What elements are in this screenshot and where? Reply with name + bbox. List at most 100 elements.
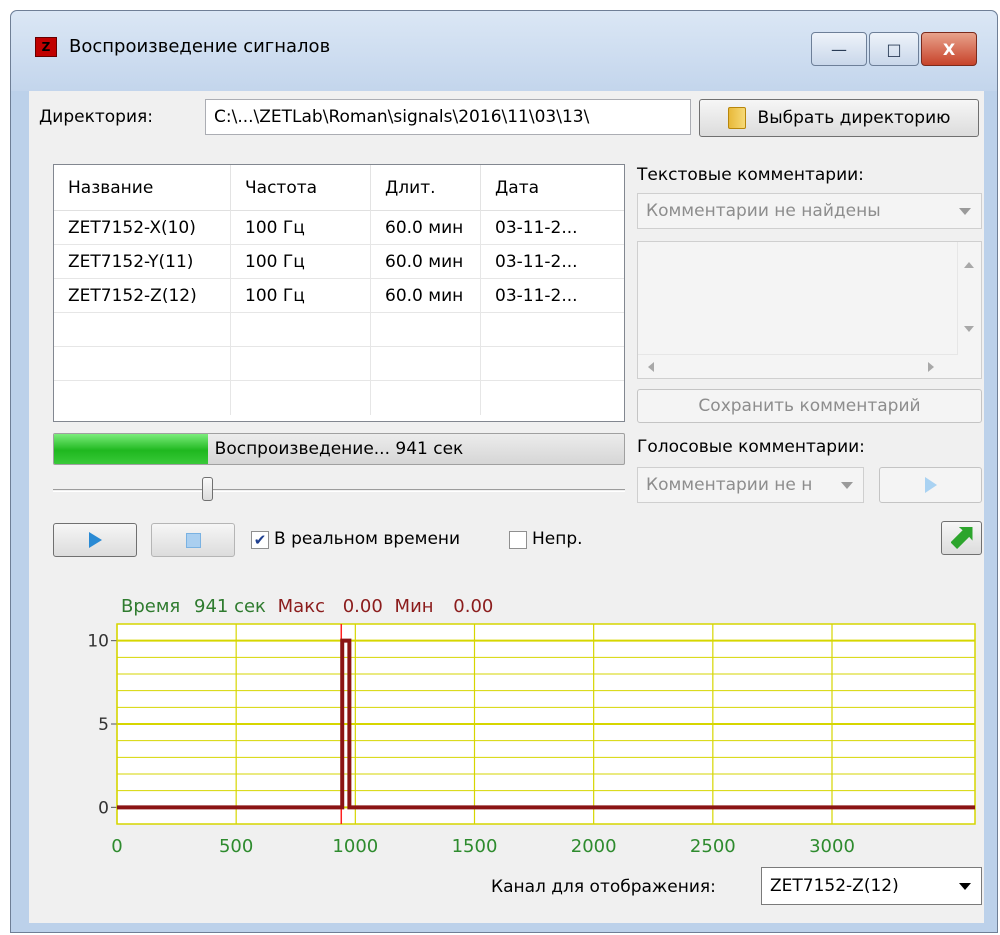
table-row[interactable]: ZET7152-Z(12) 100 Гц 60.0 мин 03-11-2... [54,279,624,313]
time-label: Время [121,596,181,617]
max-label: Макс [277,596,325,617]
channel-select[interactable]: ZET7152-Z(12) [761,867,982,905]
readout-line: Время 941 сек Макс 0.00 Мин 0.00 [121,596,493,617]
channel-label: Канал для отображения: [491,877,716,897]
arrow-up-right-icon [950,527,973,549]
export-button[interactable] [941,521,982,555]
text-comments-combo[interactable]: Комментарии не найдены [637,193,982,229]
play-icon [924,477,937,493]
cell-name: ZET7152-Z(12) [54,279,231,313]
realtime-checkbox[interactable]: ✔ [251,531,269,549]
continuous-label: Непр. [532,529,583,549]
playback-progress-bar: Воспроизведение... 941 сек [53,433,625,465]
play-button[interactable] [53,523,137,557]
cell-frequency: 100 Гц [231,211,371,245]
title-bar[interactable]: Z Воспроизведение сигналов — □ X [11,11,997,91]
table-row[interactable]: ZET7152-Y(11) 100 Гц 60.0 мин 03-11-2... [54,245,624,279]
cell-frequency: 100 Гц [231,245,371,279]
cell-empty [481,381,623,415]
text-comments-box[interactable] [637,241,982,379]
time-value: 941 сек [194,596,266,617]
vertical-scrollbar[interactable] [957,242,981,354]
text-comments-label: Текстовые комментарии: [637,165,864,185]
x-tick-label: 0 [111,836,122,857]
cell-empty [231,381,371,415]
signal-chart[interactable]: 0 5 10 0 500 1000 1500 2000 2500 3000 [29,616,984,861]
voice-comments-label: Голосовые комментарии: [637,437,865,457]
position-slider[interactable] [53,475,625,505]
table-row-empty [54,381,624,415]
cell-duration: 60.0 мин [371,279,481,313]
column-header-frequency[interactable]: Частота [231,165,371,211]
x-tick-label: 2000 [571,836,617,857]
x-tick-label: 3000 [809,836,855,857]
voice-comments-combo-value: Комментарии не н [646,475,813,495]
cell-duration: 60.0 мин [371,211,481,245]
chevron-down-icon [841,482,853,489]
x-tick-label: 1500 [452,836,498,857]
cell-empty [371,381,481,415]
maximize-button[interactable]: □ [869,32,919,66]
app-logo-icon: Z [35,37,57,57]
min-label: Мин [394,596,434,617]
scroll-up-icon[interactable] [964,262,974,268]
column-header-name[interactable]: Название [54,165,231,211]
table-row-empty [54,313,624,347]
cell-date: 03-11-2... [495,286,578,306]
choose-directory-label: Выбрать директорию [757,108,951,128]
play-icon [88,532,102,548]
continuous-checkbox[interactable] [509,531,527,549]
cell-empty [481,347,623,381]
cell-date: 03-11-2... [495,218,578,238]
text-comments-combo-value: Комментарии не найдены [646,201,881,221]
save-comment-button[interactable]: Сохранить комментарий [637,389,982,423]
x-tick-label: 2500 [690,836,736,857]
horizontal-scrollbar[interactable] [638,354,958,378]
cell-empty [231,313,371,347]
cell-duration: 60.0 мин [371,245,481,279]
chevron-down-icon [959,883,971,890]
scroll-down-icon[interactable] [964,326,974,332]
scroll-left-icon[interactable] [648,362,654,372]
choose-directory-button[interactable]: Выбрать директорию [699,99,979,137]
cell-empty [54,381,231,415]
app-window: Z Воспроизведение сигналов — □ X Директо… [10,10,998,933]
close-button[interactable]: X [921,32,977,66]
voice-comments-combo[interactable]: Комментарии не н [637,467,864,503]
column-header-date[interactable]: Дата [481,165,623,211]
chevron-down-icon [959,208,971,215]
minimize-button[interactable]: — [811,32,867,66]
cell-frequency: 100 Гц [231,279,371,313]
cell-empty [371,347,481,381]
cell-empty [54,313,231,347]
signals-table[interactable]: Название Частота Длит. Дата ZET7152-X(10… [53,164,625,422]
channel-select-value: ZET7152-Z(12) [770,876,899,896]
table-row-empty [54,347,624,381]
max-value: 0.00 [342,596,383,617]
cell-name: ZET7152-X(10) [54,211,231,245]
client-area: Директория: C:\...\ZETLab\Roman\signals\… [29,91,984,923]
table-row[interactable]: ZET7152-X(10) 100 Гц 60.0 мин 03-11-2... [54,211,624,245]
directory-path-field[interactable]: C:\...\ZETLab\Roman\signals\2016\11\03\1… [205,99,691,135]
cell-empty [481,313,623,347]
cell-empty [231,347,371,381]
window-title: Воспроизведение сигналов [69,36,331,57]
directory-label: Директория: [39,107,153,127]
voice-play-button[interactable] [879,467,982,503]
stop-button[interactable] [151,523,235,557]
checkmark-icon: ✔ [253,531,267,549]
x-tick-label: 1000 [332,836,378,857]
realtime-label: В реальном времени [274,529,461,549]
y-tick-label: 5 [98,715,109,735]
cell-empty [54,347,231,381]
folder-icon [727,107,746,129]
stop-icon [185,532,201,548]
slider-thumb[interactable] [202,477,214,501]
progress-label: Воспроизведение... 941 сек [214,439,464,459]
cell-name: ZET7152-Y(11) [54,245,231,279]
column-header-duration[interactable]: Длит. [371,165,481,211]
y-tick-label: 10 [87,632,109,652]
scroll-right-icon[interactable] [928,362,934,372]
min-value: 0.00 [453,596,494,617]
cell-empty [371,313,481,347]
